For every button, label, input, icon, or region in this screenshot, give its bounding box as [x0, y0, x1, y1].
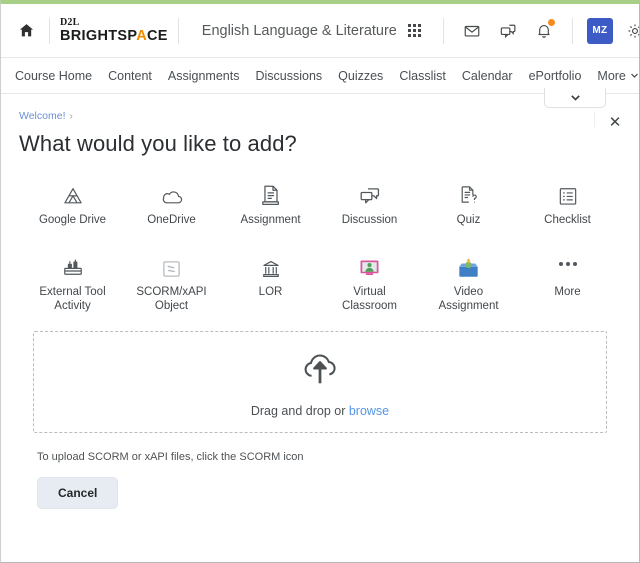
nav-more-label: More	[597, 68, 626, 83]
scorm-hint-text: To upload SCORM or xAPI files, click the…	[37, 451, 304, 463]
assignment-document-icon	[260, 177, 281, 207]
nav-link-assignments[interactable]: Assignments	[168, 69, 240, 83]
page-title: What would you like to add?	[19, 131, 297, 156]
breadcrumb: Welcome! ›	[19, 110, 621, 122]
logo-d2l-text: D2L	[60, 16, 80, 28]
quiz-question-icon	[458, 177, 480, 207]
navbar-divider-2	[177, 17, 179, 44]
google-drive-icon	[62, 177, 84, 207]
tile-label: Assignment	[240, 214, 301, 226]
chevron-down-icon	[630, 73, 638, 78]
add-content-panel: ✕ Welcome! › What would you like to add?…	[1, 94, 639, 509]
lor-bank-icon	[261, 249, 281, 279]
breadcrumb-link-welcome[interactable]: Welcome!	[19, 110, 66, 122]
nav-link-eportfolio[interactable]: ePortfolio	[529, 69, 582, 83]
tile-assignment[interactable]: Assignment	[221, 173, 320, 231]
tile-quiz[interactable]: Quiz	[419, 173, 518, 231]
tile-video-assignment[interactable]: Video Assignment	[419, 245, 518, 317]
chat-icon[interactable]	[493, 16, 523, 46]
tile-onedrive[interactable]: OneDrive	[122, 173, 221, 231]
tile-label: Quiz	[456, 214, 481, 226]
tile-label: Virtual Classroom	[342, 286, 397, 312]
tile-more[interactable]: More	[518, 245, 617, 317]
home-icon[interactable]	[13, 18, 39, 44]
file-dropzone[interactable]: Drag and drop or browse	[33, 331, 607, 433]
bell-icon[interactable]	[529, 16, 559, 46]
nav-link-quizzes[interactable]: Quizzes	[338, 69, 383, 83]
browse-link[interactable]: browse	[349, 404, 389, 418]
logo-brightspace-text: BRIGHTSPACE	[60, 27, 168, 44]
panel-footer: Cancel	[37, 477, 621, 509]
discussion-bubbles-icon	[358, 177, 382, 207]
tile-discussion[interactable]: Discussion	[320, 173, 419, 231]
video-assignment-icon	[457, 249, 480, 279]
nav-link-classlist[interactable]: Classlist	[399, 69, 446, 83]
tile-scorm-xapi-object[interactable]: SCORM/xAPI Object	[122, 245, 221, 317]
tile-checklist[interactable]: Checklist	[518, 173, 617, 231]
tile-label: LOR	[258, 286, 283, 298]
external-tool-icon	[61, 249, 85, 279]
avatar[interactable]: MZ	[586, 17, 613, 44]
virtual-classroom-icon	[358, 249, 381, 279]
brightspace-window: D2L BRIGHTSPACE English Language & Liter…	[0, 0, 640, 563]
tile-external-tool-activity[interactable]: External Tool Activity	[23, 245, 122, 317]
breadcrumb-separator: ›	[69, 110, 73, 122]
tile-label: SCORM/xAPI Object	[136, 286, 207, 312]
navbar-icon-group: MZ	[397, 16, 639, 46]
tile-label: Discussion	[341, 214, 398, 226]
waffle-menu-icon[interactable]	[400, 16, 430, 46]
content-type-grid: Google Drive OneDrive Assignment Discuss…	[19, 173, 621, 317]
chevron-down-icon	[570, 95, 580, 101]
scorm-package-icon	[161, 249, 182, 279]
nav-link-more[interactable]: More	[597, 69, 638, 83]
tile-label: More	[554, 286, 581, 298]
navbar-divider-1	[49, 17, 50, 44]
waffle-grid	[408, 24, 422, 37]
tile-label: Video Assignment	[438, 286, 499, 312]
dropzone-static-text: Drag and drop or	[250, 403, 349, 418]
nav-link-discussions[interactable]: Discussions	[255, 69, 322, 83]
navbar-divider-4	[571, 17, 573, 44]
tile-label: External Tool Activity	[39, 286, 106, 312]
tile-label: Checklist	[544, 214, 591, 226]
close-divider	[594, 111, 595, 127]
course-title: English Language & Literature	[201, 22, 397, 39]
collapsed-dropdown-button[interactable]	[544, 88, 606, 108]
notification-badge-dot	[547, 18, 555, 26]
nav-link-course-home[interactable]: Course Home	[15, 69, 92, 83]
envelope-icon[interactable]	[457, 16, 487, 46]
brightspace-logo[interactable]: D2L BRIGHTSPACE	[60, 16, 168, 44]
dropzone-text: Drag and drop or browse	[251, 404, 389, 418]
tile-virtual-classroom[interactable]: Virtual Classroom	[320, 245, 419, 317]
top-navbar: D2L BRIGHTSPACE English Language & Liter…	[1, 4, 639, 58]
tile-lor[interactable]: LOR	[221, 245, 320, 317]
tile-google-drive[interactable]: Google Drive	[23, 173, 122, 231]
nav-link-calendar[interactable]: Calendar	[462, 69, 513, 83]
close-icon[interactable]: ✕	[605, 112, 625, 132]
cancel-button[interactable]: Cancel	[37, 477, 119, 509]
cloud-upload-icon	[298, 347, 342, 396]
tile-label: OneDrive	[147, 214, 196, 226]
onedrive-cloud-icon	[160, 177, 184, 207]
tile-label: Google Drive	[38, 214, 107, 226]
nav-link-content[interactable]: Content	[108, 69, 152, 83]
ellipsis-icon	[558, 249, 577, 279]
checklist-icon	[557, 177, 579, 207]
gear-icon[interactable]	[620, 16, 639, 46]
navbar-divider-3	[442, 17, 444, 44]
